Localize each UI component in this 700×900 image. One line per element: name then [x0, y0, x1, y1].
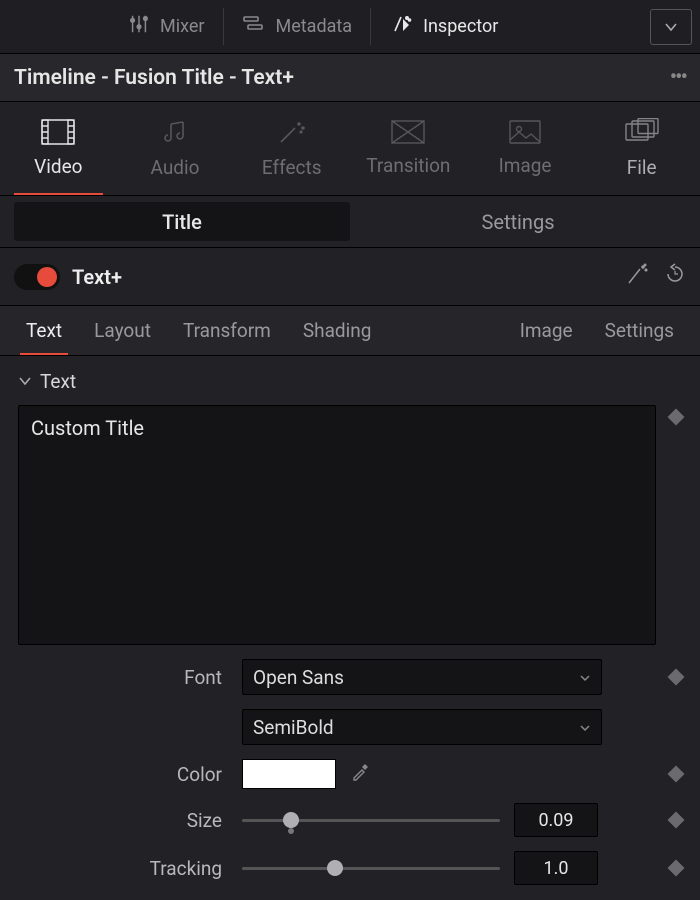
image-icon	[509, 120, 541, 144]
subtab-label: Image	[520, 319, 573, 342]
subtab-label: Text	[26, 319, 62, 342]
clip-title-bar: Timeline - Fusion Title - Text+ •••	[0, 54, 700, 102]
category-tab-transition[interactable]: Transition	[350, 102, 467, 195]
font-weight-select[interactable]: SemiBold	[242, 709, 602, 745]
keyframe-diamond[interactable]	[668, 669, 685, 686]
chevron-down-icon	[579, 716, 591, 739]
color-label: Color	[18, 763, 228, 786]
subtab-layout[interactable]: Layout	[78, 306, 167, 355]
subtab-label: Shading	[303, 319, 372, 342]
select-value: SemiBold	[253, 716, 334, 739]
color-row: Color	[18, 759, 682, 789]
font-row: Font Open Sans	[18, 659, 682, 695]
effect-subtabs: Text Layout Transform Shading Image Sett…	[0, 306, 700, 356]
subtab-transform[interactable]: Transform	[167, 306, 287, 355]
category-label: Audio	[151, 156, 200, 179]
tracking-input[interactable]	[514, 851, 598, 885]
inspector-icon	[389, 13, 413, 40]
select-value: Open Sans	[253, 666, 344, 689]
text-content-row	[18, 405, 682, 645]
keyframe-diamond[interactable]	[668, 766, 685, 783]
effects-icon	[277, 118, 307, 146]
text-properties: Font Open Sans SemiBold Color Size	[0, 659, 700, 885]
size-slider[interactable]	[242, 810, 500, 830]
category-label: Transition	[366, 154, 450, 177]
font-label: Font	[18, 666, 228, 689]
category-tab-file[interactable]: File	[583, 102, 700, 195]
inspector-mode-tabs: Title Settings	[0, 196, 700, 248]
top-panel-tabs: Mixer Metadata Inspector	[0, 0, 700, 54]
keyframe-diamond[interactable]	[668, 812, 685, 829]
segtab-label: Settings	[481, 210, 554, 234]
size-label: Size	[18, 809, 228, 832]
transition-icon	[391, 120, 425, 144]
color-swatch[interactable]	[242, 759, 336, 789]
tracking-label: Tracking	[18, 857, 228, 880]
video-icon	[41, 119, 75, 145]
segtab-label: Title	[162, 210, 202, 234]
category-label: File	[627, 156, 657, 179]
panel-tab-metadata[interactable]: Metadata	[224, 0, 371, 53]
subtab-label: Transform	[183, 319, 271, 342]
effect-header: Text+	[0, 248, 700, 306]
size-input[interactable]	[514, 803, 598, 837]
effect-tools	[626, 263, 686, 290]
inspector-category-tabs: Video Audio Effects Transition Image Fil…	[0, 102, 700, 196]
category-tab-effects[interactable]: Effects	[233, 102, 350, 195]
category-label: Image	[499, 154, 552, 177]
font-family-select[interactable]: Open Sans	[242, 659, 602, 695]
category-tab-image[interactable]: Image	[467, 102, 584, 195]
category-label: Effects	[262, 156, 322, 179]
subtab-shading[interactable]: Shading	[287, 306, 388, 355]
chevron-down-icon	[664, 20, 678, 34]
eyedropper-icon[interactable]	[350, 762, 370, 787]
panel-tab-inspector[interactable]: Inspector	[371, 0, 516, 53]
subtab-label: Settings	[605, 319, 674, 342]
panel-tab-label: Mixer	[160, 16, 205, 37]
file-icon	[625, 118, 659, 146]
category-label: Video	[34, 155, 82, 178]
effect-enable-toggle[interactable]	[14, 264, 60, 290]
section-header-text[interactable]: Text	[18, 370, 682, 393]
chevron-down-icon	[18, 370, 32, 393]
size-row: Size	[18, 803, 682, 837]
subtab-image[interactable]: Image	[504, 306, 589, 355]
effect-reset-icon[interactable]	[664, 263, 686, 290]
panel-tab-mixer[interactable]: Mixer	[110, 0, 223, 53]
text-content-input[interactable]	[18, 405, 656, 645]
category-tab-video[interactable]: Video	[0, 102, 117, 195]
chevron-down-icon	[579, 666, 591, 689]
more-options-button[interactable]: •••	[670, 65, 686, 90]
keyframe-diamond[interactable]	[668, 409, 685, 426]
panel-tab-label: Inspector	[423, 16, 498, 37]
mode-tab-title[interactable]: Title	[14, 202, 350, 241]
toggle-knob	[37, 267, 57, 287]
tracking-slider[interactable]	[242, 858, 500, 878]
subtab-settings[interactable]: Settings	[589, 306, 690, 355]
subtab-label: Layout	[94, 319, 151, 342]
effect-name: Text+	[72, 265, 122, 289]
mode-tab-settings[interactable]: Settings	[350, 202, 686, 241]
metadata-icon	[242, 13, 266, 40]
font-weight-row: SemiBold	[18, 709, 682, 745]
audio-icon	[161, 118, 189, 146]
category-tab-audio[interactable]: Audio	[117, 102, 234, 195]
clip-title: Timeline - Fusion Title - Text+	[14, 66, 294, 90]
text-section: Text	[0, 356, 700, 645]
panel-tab-label: Metadata	[276, 16, 353, 37]
subtab-text[interactable]: Text	[10, 306, 78, 355]
section-title: Text	[40, 370, 76, 393]
keyframe-diamond[interactable]	[668, 860, 685, 877]
effect-versions-icon[interactable]	[626, 263, 650, 290]
panel-dropdown-button[interactable]	[650, 9, 692, 45]
mixer-icon	[128, 13, 150, 40]
tracking-row: Tracking	[18, 851, 682, 885]
